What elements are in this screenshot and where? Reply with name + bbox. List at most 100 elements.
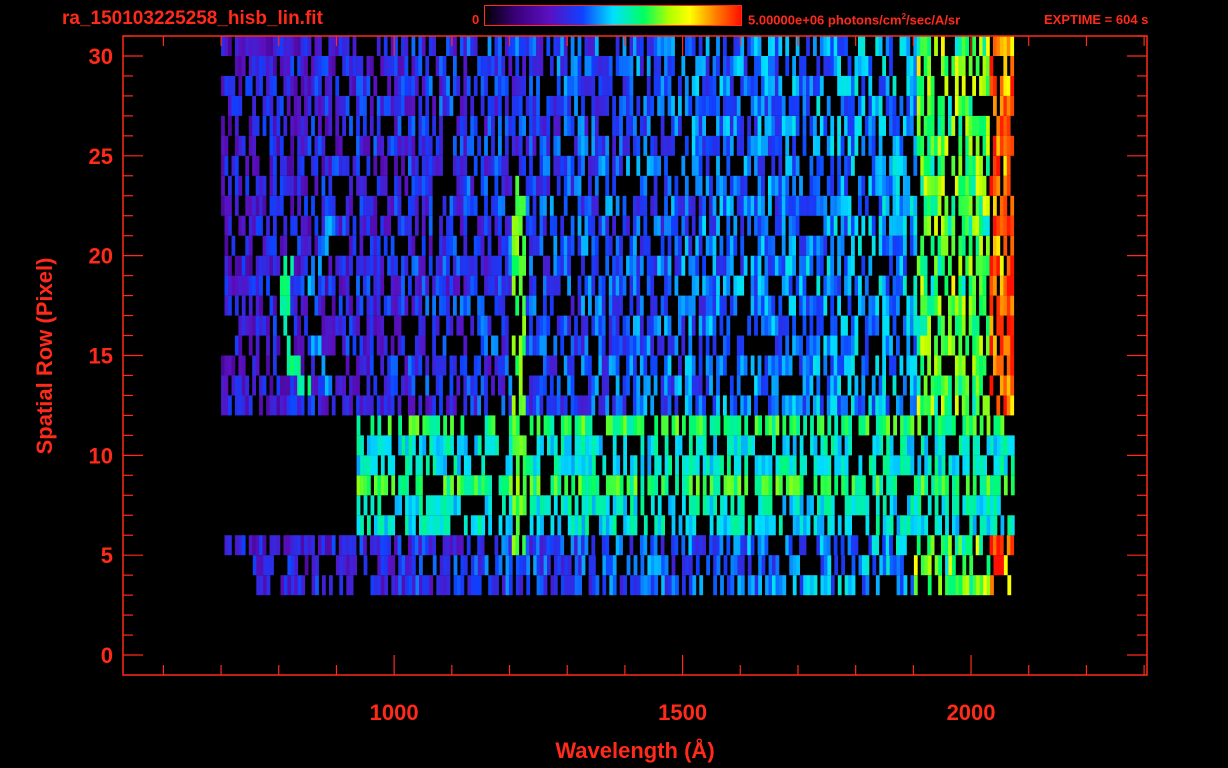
heatmap-cell [927, 415, 932, 436]
heatmap-cell [304, 555, 309, 576]
heatmap-cell [515, 415, 520, 436]
heatmap-cell [570, 215, 575, 236]
heatmap-cell [747, 115, 751, 136]
heatmap-cell [487, 56, 492, 76]
heatmap-cell [356, 315, 360, 336]
heatmap-cell [729, 295, 734, 316]
heatmap-cell [553, 255, 558, 276]
heatmap-cell [255, 56, 260, 76]
heatmap-cell [778, 115, 783, 136]
heatmap-cell [331, 535, 336, 556]
heatmap-cell [858, 475, 863, 496]
heatmap-cell [241, 56, 246, 76]
heatmap-cell [945, 575, 949, 596]
heatmap-cell [833, 315, 838, 336]
heatmap-cell [369, 215, 374, 236]
heatmap-cell [549, 535, 554, 556]
heatmap-cell [678, 435, 683, 456]
heatmap-cell [574, 435, 579, 456]
heatmap-cell [459, 115, 464, 136]
heatmap-cell [716, 355, 720, 376]
heatmap-cell [387, 415, 392, 436]
heatmap-cell [619, 135, 623, 156]
heatmap-cell [639, 295, 644, 316]
heatmap-cell [889, 115, 893, 136]
heatmap-cell [847, 215, 852, 236]
heatmap-cell [979, 235, 983, 256]
heatmap-cell [255, 275, 260, 296]
heatmap-cell [667, 375, 672, 396]
heatmap-cell [643, 355, 648, 376]
heatmap-cell [279, 375, 284, 396]
heatmap-cell [494, 255, 499, 276]
heatmap-cell [976, 495, 980, 516]
heatmap-cell [989, 255, 994, 276]
heatmap-cell [844, 175, 848, 196]
heatmap-cell [550, 415, 555, 436]
heatmap-cell [1010, 435, 1015, 456]
heatmap-cell [792, 135, 796, 156]
heatmap-cell [515, 575, 520, 596]
heatmap-cell [941, 495, 946, 516]
heatmap-cell [602, 455, 607, 476]
heatmap-cell [491, 95, 495, 116]
heatmap-cell [646, 95, 651, 116]
heatmap-cell [546, 535, 551, 556]
heatmap-cell [979, 36, 983, 56]
heatmap-cell [934, 275, 938, 296]
heatmap-cell [996, 535, 1001, 556]
heatmap-cell [903, 155, 907, 176]
heatmap-cell [698, 335, 703, 356]
heatmap-cell [594, 36, 599, 56]
heatmap-cell [736, 355, 741, 376]
heatmap-cell [376, 175, 381, 196]
heatmap-cell [979, 295, 983, 316]
heatmap-cell [1006, 535, 1011, 556]
heatmap-cell [259, 295, 263, 316]
heatmap-cell [255, 535, 260, 556]
heatmap-cell [882, 515, 887, 536]
heatmap-cell [519, 575, 524, 596]
heatmap-cell [273, 215, 277, 236]
heatmap-cell [827, 555, 832, 576]
heatmap-cell [353, 555, 357, 576]
heatmap-cell [339, 575, 344, 596]
heatmap-cell [896, 335, 900, 356]
heatmap-cell [293, 215, 298, 236]
heatmap-cell [885, 175, 890, 196]
heatmap-cell [837, 195, 841, 216]
heatmap-cell [439, 215, 443, 236]
heatmap-cell [858, 235, 862, 256]
heatmap-cell [248, 135, 253, 156]
heatmap-cell [827, 415, 832, 436]
heatmap-cell [754, 295, 758, 316]
heatmap-cell [761, 215, 765, 236]
heatmap-cell [387, 56, 391, 76]
heatmap-cell [598, 75, 603, 96]
heatmap-cell [927, 215, 931, 236]
heatmap-cell [781, 395, 786, 416]
heatmap-cell [401, 36, 405, 56]
heatmap-cell [698, 36, 703, 56]
heatmap-cell [321, 535, 326, 556]
heatmap-cell [664, 375, 668, 396]
x-axis-title: Wavelength (Å) [555, 737, 714, 763]
heatmap-cell [463, 355, 468, 376]
heatmap-cell [374, 515, 378, 536]
heatmap-cell [806, 355, 810, 376]
heatmap-cell [601, 75, 606, 96]
heatmap-cell [719, 315, 724, 336]
heatmap-cell [809, 355, 814, 376]
heatmap-cell [885, 295, 890, 316]
heatmap-cell [411, 175, 416, 196]
heatmap-cell [840, 535, 845, 556]
heatmap-cell [830, 435, 835, 456]
heatmap-cell [338, 275, 343, 296]
heatmap-cell [633, 335, 637, 356]
heatmap-cell [279, 395, 284, 416]
heatmap-cell [540, 555, 544, 576]
heatmap-cell [588, 75, 592, 96]
heatmap-cell [830, 175, 835, 196]
heatmap-cell [688, 195, 693, 216]
heatmap-cell [979, 195, 983, 216]
